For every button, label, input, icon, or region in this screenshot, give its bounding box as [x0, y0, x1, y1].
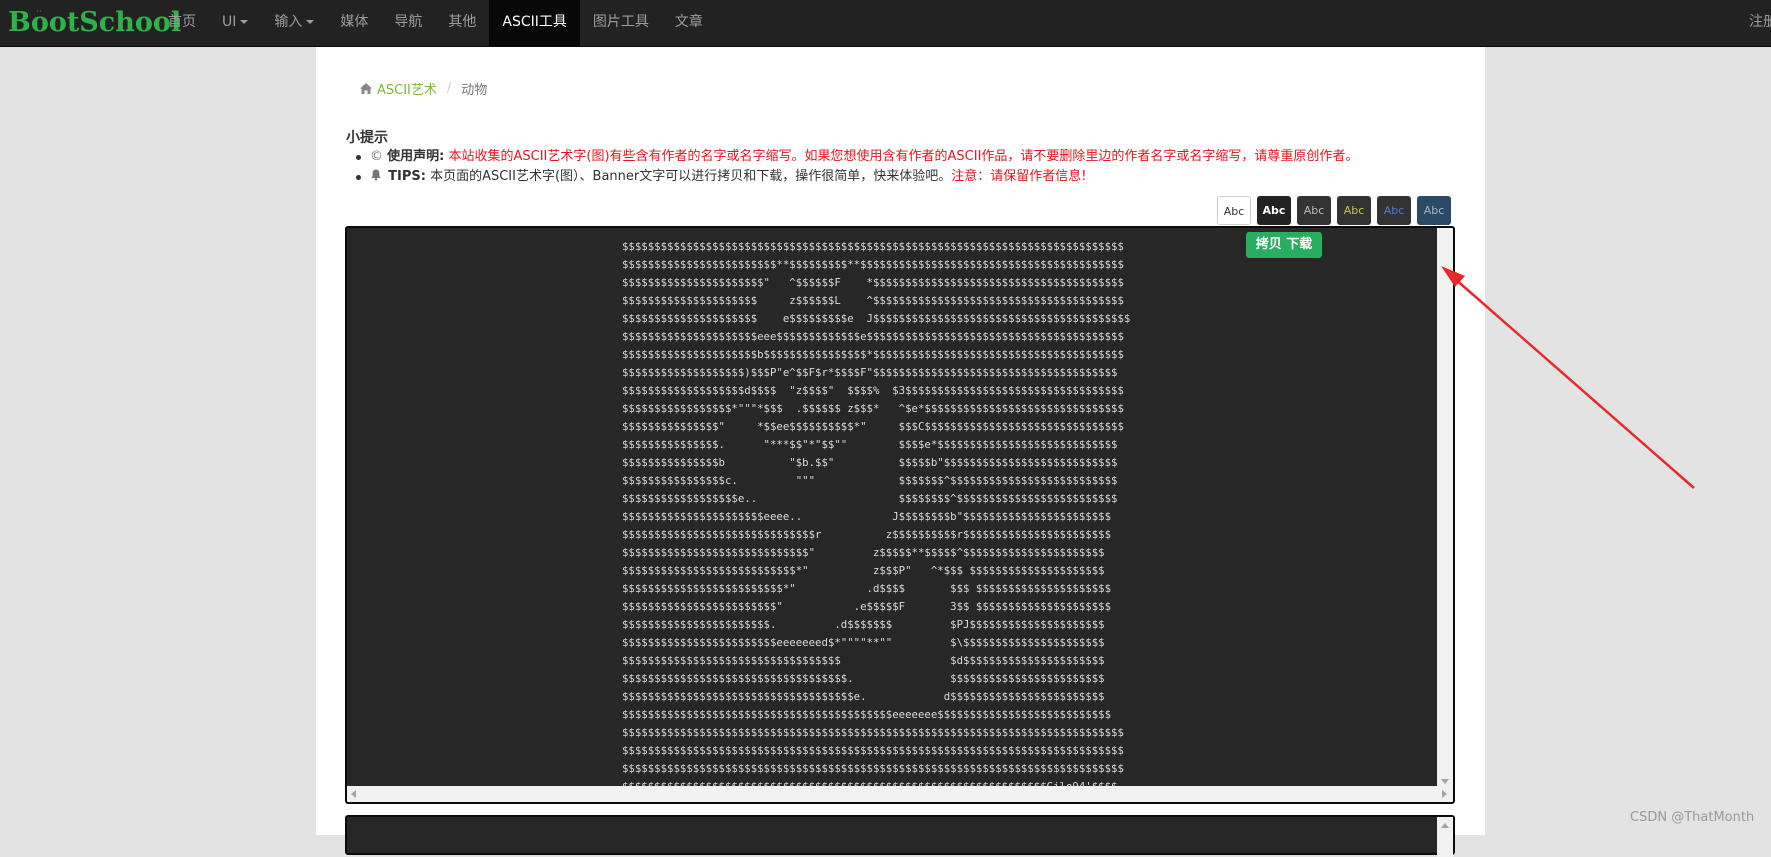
breadcrumb-link-ascii-art[interactable]: ASCII艺术: [377, 79, 437, 98]
nav-item-ui[interactable]: UI: [209, 0, 261, 47]
breadcrumb-current: 动物: [461, 83, 488, 98]
nav-item-label: 导航: [394, 14, 423, 30]
horizontal-scrollbar[interactable]: [347, 786, 1453, 802]
theme-button-white[interactable]: Abc: [1217, 196, 1251, 225]
nav-item-label: ASCII工具: [502, 14, 567, 30]
breadcrumb: ASCII艺术 / 动物: [360, 79, 487, 98]
breadcrumb-separator: /: [446, 81, 452, 96]
tips-warning: 注意：请保留作者信息!: [951, 169, 1087, 184]
theme-switcher: Abc Abc Abc Abc Abc Abc: [1217, 196, 1457, 225]
scroll-up-arrow-icon[interactable]: [1441, 823, 1449, 828]
scroll-down-arrow-icon[interactable]: [1441, 779, 1449, 784]
watermark: CSDN @ThatMonth: [1630, 810, 1755, 825]
nav-item-label: 输入: [274, 14, 303, 30]
nav-item-other[interactable]: 其他: [435, 0, 489, 47]
home-icon: [360, 83, 372, 94]
tips-text: 本页面的ASCII艺术字(图）、Banner文字可以进行拷贝和下载，操作很简单，…: [430, 169, 952, 184]
theme-button-navy[interactable]: Abc: [1417, 196, 1451, 225]
nav-item-label: 媒体: [340, 14, 369, 30]
bell-icon: [371, 169, 381, 181]
usage-notice-label: 使用声明:: [387, 149, 445, 164]
caret-down-icon: [240, 20, 249, 24]
nav-item-input[interactable]: 输入: [261, 0, 327, 47]
vertical-scrollbar-next[interactable]: [1437, 817, 1453, 857]
ascii-art-display-next[interactable]: [345, 815, 1455, 857]
tip-usage-notice: © 使用声明: 本站收集的ASCII艺术字(图)有些含有作者的名字或名字缩写。如…: [355, 147, 1359, 167]
top-navbar: BootSchool ·· 首页 UI 输入 媒体 导航 其他 ASCII工具 …: [0, 0, 1771, 47]
nav-menu: 首页 UI 输入 媒体 导航 其他 ASCII工具 图片工具 文章: [155, 0, 716, 47]
nav-item-image-tools[interactable]: 图片工具: [580, 0, 662, 47]
main-content: ASCII艺术 / 动物 小提示 © 使用声明: 本站收集的ASCII艺术字(图…: [316, 47, 1485, 857]
tips-list: © 使用声明: 本站收集的ASCII艺术字(图)有些含有作者的名字或名字缩写。如…: [355, 147, 1359, 187]
copyright-icon: ©: [370, 149, 383, 164]
nav-item-media[interactable]: 媒体: [327, 0, 381, 47]
nav-item-label: 首页: [168, 14, 196, 30]
tips-title: 小提示: [346, 130, 388, 146]
nav-item-label: 其他: [448, 14, 477, 30]
nav-item-ascii-tools[interactable]: ASCII工具: [489, 0, 580, 47]
caret-down-icon: [306, 20, 315, 24]
tip-copy-download: TIPS: 本页面的ASCII艺术字(图）、Banner文字可以进行拷贝和下载，…: [355, 167, 1358, 187]
ascii-art-text: $$$$$$$$$$$$$$$$$$$$$$$$$$$$$$$$$$$$$$$$…: [622, 240, 1131, 793]
theme-button-gray[interactable]: Abc: [1297, 196, 1331, 225]
nav-item-label: 文章: [674, 14, 703, 30]
nav-item-label: UI: [222, 14, 237, 30]
tips-label: TIPS:: [388, 169, 426, 184]
register-link[interactable]: 注册: [1749, 0, 1771, 45]
scroll-left-arrow-icon[interactable]: [351, 790, 356, 798]
nav-item-home[interactable]: 首页: [155, 0, 209, 47]
copy-download-button[interactable]: 拷贝 下载: [1246, 232, 1322, 258]
scroll-right-arrow-icon[interactable]: [1442, 790, 1447, 798]
usage-notice-text: 本站收集的ASCII艺术字(图)有些含有作者的名字或名字缩写。如果您想使用含有作…: [448, 149, 1359, 164]
theme-button-black-bold[interactable]: Abc: [1257, 196, 1291, 225]
theme-button-yellow[interactable]: Abc: [1337, 196, 1371, 225]
nav-item-navigation[interactable]: 导航: [381, 0, 435, 47]
nav-item-articles[interactable]: 文章: [662, 0, 716, 47]
theme-button-blue[interactable]: Abc: [1377, 196, 1411, 225]
ascii-art-display[interactable]: $$$$$$$$$$$$$$$$$$$$$$$$$$$$$$$$$$$$$$$$…: [345, 226, 1455, 804]
brand-logo-dots: ··: [36, 7, 42, 17]
vertical-scrollbar[interactable]: [1437, 228, 1453, 788]
nav-item-label: 图片工具: [592, 14, 649, 30]
